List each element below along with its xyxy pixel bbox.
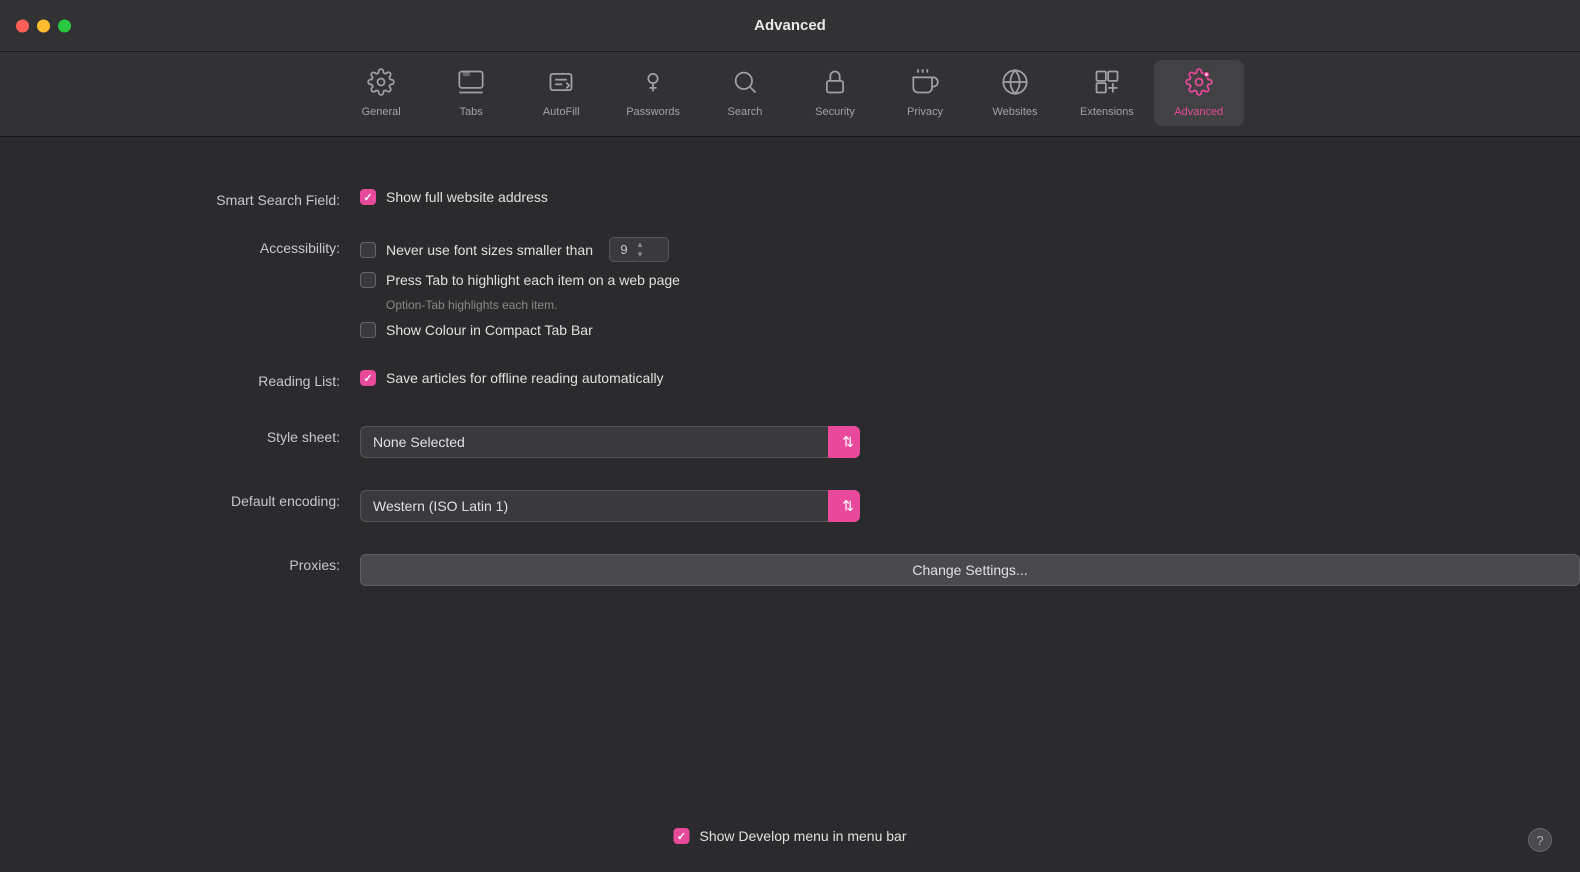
smart-search-label: Smart Search Field:: [0, 189, 360, 208]
general-icon: [367, 68, 395, 100]
show-develop-row: Show Develop menu in menu bar: [673, 828, 906, 844]
maximize-button[interactable]: [58, 19, 71, 32]
smart-search-row: Smart Search Field: Show full website ad…: [0, 177, 1580, 225]
reading-list-checkbox[interactable]: [360, 370, 376, 386]
window-title: Advanced: [754, 17, 826, 34]
tab-advanced[interactable]: Advanced: [1154, 60, 1244, 126]
font-size-up-arrow[interactable]: ▲: [636, 240, 644, 250]
tabs-icon: [457, 68, 485, 100]
style-sheet-control: None Selected ⇅: [360, 426, 1580, 458]
websites-icon: [1001, 68, 1029, 100]
window-controls: [16, 19, 71, 32]
proxies-row: Proxies: Change Settings...: [0, 542, 1580, 598]
tab-tabs-label: Tabs: [460, 106, 483, 118]
tab-highlight-label: Press Tab to highlight each item on a we…: [386, 272, 680, 288]
default-encoding-row: Default encoding: Western (ISO Latin 1) …: [0, 478, 1580, 534]
tab-passwords[interactable]: Passwords: [606, 60, 700, 126]
tab-extensions-label: Extensions: [1080, 106, 1134, 118]
tab-search-label: Search: [728, 106, 763, 118]
font-size-row: Never use font sizes smaller than 9 ▲ ▼: [360, 237, 1580, 262]
show-colour-row: Show Colour in Compact Tab Bar: [360, 322, 1580, 338]
smart-search-checkbox[interactable]: [360, 189, 376, 205]
tab-privacy-label: Privacy: [907, 106, 943, 118]
extensions-icon: [1093, 68, 1121, 100]
style-sheet-select[interactable]: None Selected: [360, 426, 860, 458]
font-size-down-arrow[interactable]: ▼: [636, 250, 644, 260]
toolbar: General Tabs AutoFill: [0, 52, 1580, 137]
tab-highlight-row: Press Tab to highlight each item on a we…: [360, 272, 1580, 288]
smart-search-checkbox-row: Show full website address: [360, 189, 1580, 205]
font-size-arrows[interactable]: ▲ ▼: [636, 240, 644, 259]
reading-list-checkbox-row: Save articles for offline reading automa…: [360, 370, 1580, 386]
default-encoding-select[interactable]: Western (ISO Latin 1): [360, 490, 860, 522]
show-colour-label: Show Colour in Compact Tab Bar: [386, 322, 593, 338]
style-sheet-select-wrapper: None Selected ⇅: [360, 426, 860, 458]
privacy-icon: [911, 68, 939, 100]
tab-general-label: General: [362, 106, 401, 118]
font-size-value: 9: [616, 242, 632, 257]
tab-advanced-label: Advanced: [1174, 106, 1223, 118]
reading-list-control: Save articles for offline reading automa…: [360, 370, 1580, 386]
tab-search[interactable]: Search: [700, 60, 790, 126]
help-button[interactable]: ?: [1528, 828, 1552, 852]
tab-highlight-checkbox[interactable]: [360, 272, 376, 288]
show-colour-checkbox[interactable]: [360, 322, 376, 338]
tab-security[interactable]: Security: [790, 60, 880, 126]
passwords-icon: [639, 68, 667, 100]
tab-security-label: Security: [815, 106, 855, 118]
show-develop-label: Show Develop menu in menu bar: [699, 828, 906, 844]
tab-websites[interactable]: Websites: [970, 60, 1060, 126]
tab-passwords-label: Passwords: [626, 106, 680, 118]
tab-highlight-hint: Option-Tab highlights each item.: [360, 298, 1580, 312]
security-icon: [821, 68, 849, 100]
tab-autofill-label: AutoFill: [543, 106, 580, 118]
tab-tabs[interactable]: Tabs: [426, 60, 516, 126]
settings-content: Smart Search Field: Show full website ad…: [0, 137, 1580, 638]
reading-list-label: Reading List:: [0, 370, 360, 389]
style-sheet-label: Style sheet:: [0, 426, 360, 445]
default-encoding-select-wrapper: Western (ISO Latin 1) ⇅: [360, 490, 860, 522]
smart-search-control: Show full website address: [360, 189, 1580, 205]
close-button[interactable]: [16, 19, 29, 32]
autofill-icon: [547, 68, 575, 100]
font-size-label: Never use font sizes smaller than: [386, 242, 593, 258]
accessibility-control: Never use font sizes smaller than 9 ▲ ▼ …: [360, 237, 1580, 338]
default-encoding-label: Default encoding:: [0, 490, 360, 509]
show-develop-checkbox[interactable]: [673, 828, 689, 844]
font-size-checkbox[interactable]: [360, 242, 376, 258]
accessibility-label: Accessibility:: [0, 237, 360, 256]
tab-extensions[interactable]: Extensions: [1060, 60, 1154, 126]
tab-autofill[interactable]: AutoFill: [516, 60, 606, 126]
font-size-stepper[interactable]: 9 ▲ ▼: [609, 237, 669, 262]
minimize-button[interactable]: [37, 19, 50, 32]
reading-list-row: Reading List: Save articles for offline …: [0, 358, 1580, 406]
search-icon: [731, 68, 759, 100]
reading-list-checkbox-label: Save articles for offline reading automa…: [386, 370, 664, 386]
accessibility-row: Accessibility: Never use font sizes smal…: [0, 225, 1580, 350]
advanced-icon: [1185, 68, 1213, 100]
style-sheet-row: Style sheet: None Selected ⇅: [0, 414, 1580, 470]
tab-privacy[interactable]: Privacy: [880, 60, 970, 126]
change-settings-button[interactable]: Change Settings...: [360, 554, 1580, 586]
smart-search-checkbox-label: Show full website address: [386, 189, 548, 205]
tab-general[interactable]: General: [336, 60, 426, 126]
proxies-control: Change Settings...: [360, 554, 1580, 586]
title-bar: Advanced: [0, 0, 1580, 52]
tab-websites-label: Websites: [992, 106, 1037, 118]
proxies-label: Proxies:: [0, 554, 360, 573]
default-encoding-control: Western (ISO Latin 1) ⇅: [360, 490, 1580, 522]
